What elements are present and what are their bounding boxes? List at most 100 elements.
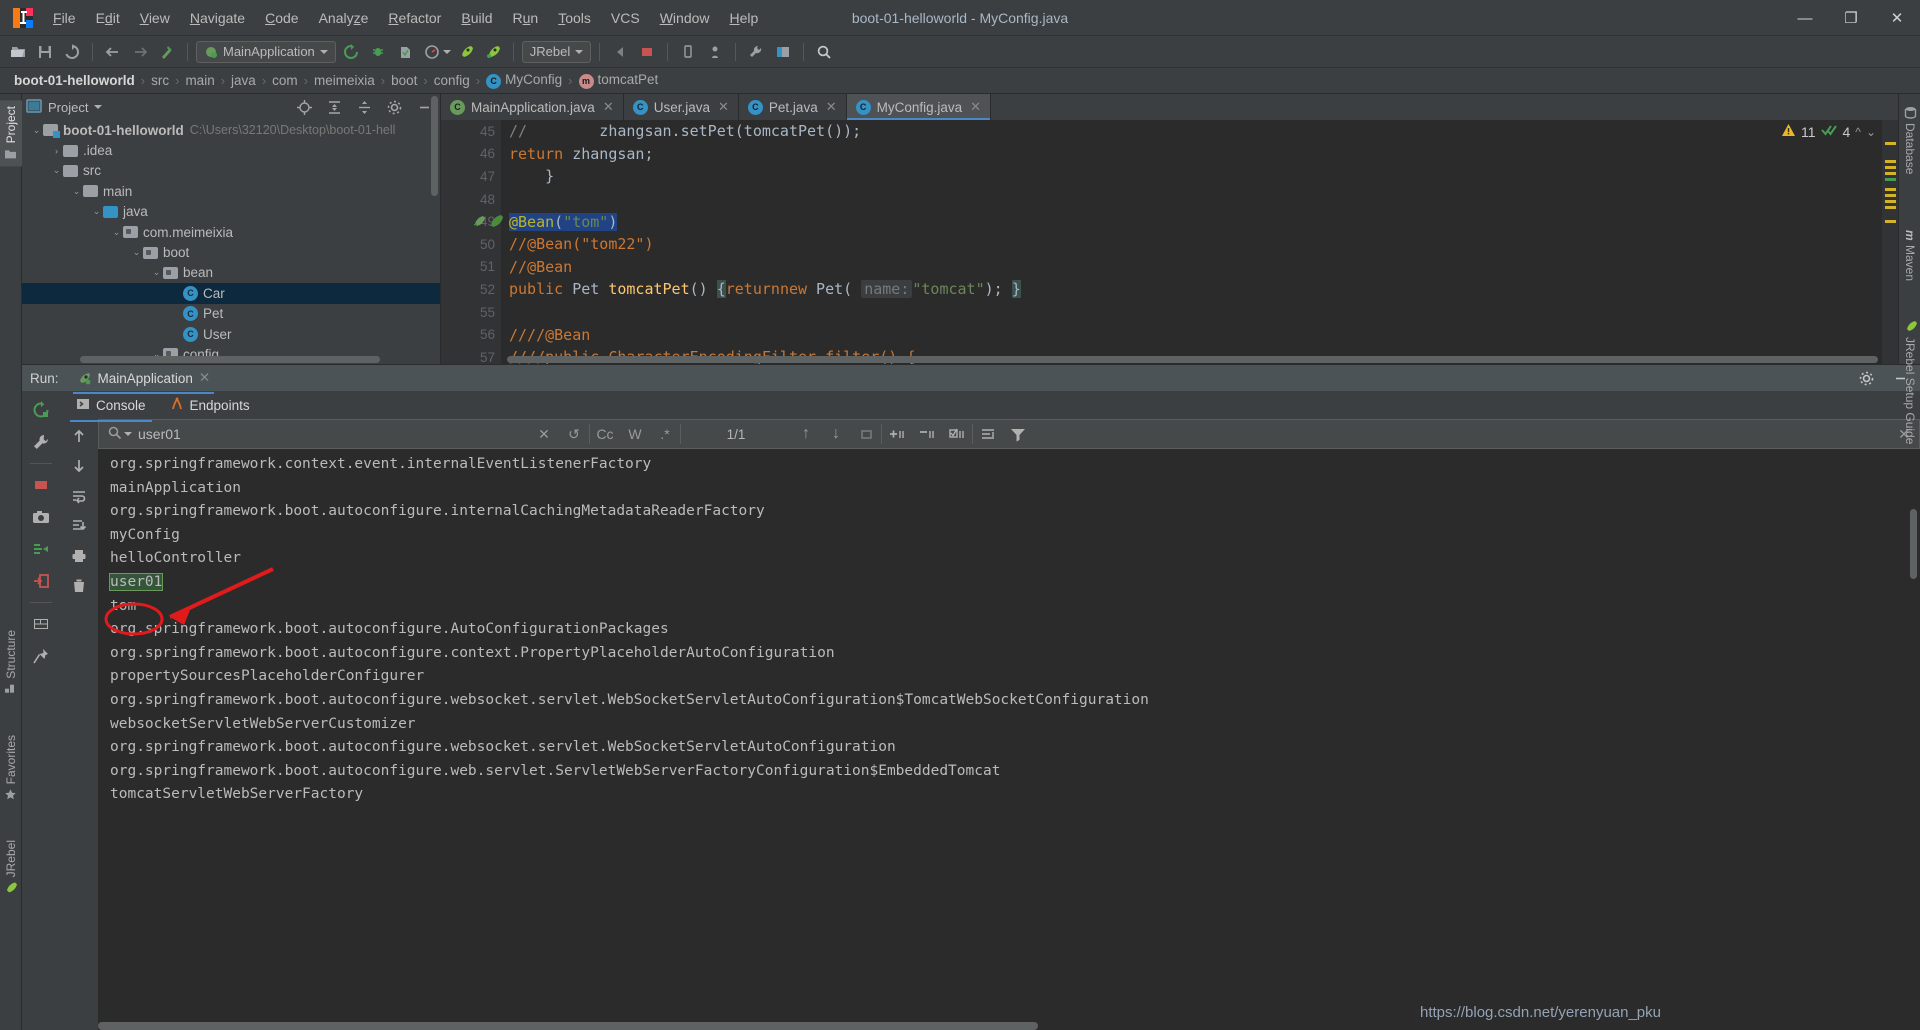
editor-horizontal-scrollbar[interactable] bbox=[507, 356, 1878, 363]
clear-all-icon[interactable] bbox=[66, 573, 92, 599]
editor-inspection-stripe[interactable] bbox=[1882, 120, 1898, 364]
minimize-button[interactable]: — bbox=[1782, 0, 1828, 36]
run-sub-tabs[interactable]: Console Endpoints bbox=[60, 391, 1920, 422]
gutter-line-number[interactable]: 57 bbox=[441, 346, 501, 364]
print-icon[interactable] bbox=[66, 543, 92, 569]
code-line[interactable]: return zhangsan; bbox=[509, 143, 1898, 166]
clear-search-icon[interactable]: ✕ bbox=[529, 420, 559, 448]
tree-node-pet[interactable]: ⌄CPet bbox=[22, 304, 440, 324]
add-line-icon[interactable] bbox=[882, 420, 912, 448]
console-horizontal-scrollbar[interactable] bbox=[98, 1022, 1038, 1030]
menu-help[interactable]: Help bbox=[721, 7, 768, 29]
console-find-bar[interactable]: ✕ ↺ Cc W .* 1/1 ↑ ↓ bbox=[98, 419, 1920, 449]
chevron-up-icon[interactable]: ^ bbox=[1855, 125, 1861, 139]
maximize-button[interactable]: ❐ bbox=[1828, 0, 1874, 36]
jrebel-chevron-down-icon[interactable] bbox=[575, 49, 584, 54]
code-line[interactable] bbox=[509, 301, 1898, 324]
sidebar-item-jrebel[interactable]: JRebel bbox=[0, 834, 22, 900]
spring-bean-icon[interactable] bbox=[471, 214, 486, 229]
window-controls[interactable]: — ❐ ✕ bbox=[1782, 0, 1920, 35]
minimize-icon[interactable] bbox=[1888, 366, 1912, 390]
soft-wrap-icon[interactable] bbox=[66, 483, 92, 509]
regex-toggle[interactable]: .* bbox=[650, 420, 680, 448]
menu-run[interactable]: Run bbox=[504, 7, 548, 29]
jrebel-selector[interactable]: JRebel bbox=[521, 40, 592, 63]
profile-icon[interactable] bbox=[420, 40, 444, 64]
device-icon[interactable] bbox=[676, 40, 700, 64]
rerun-icon[interactable] bbox=[28, 397, 54, 423]
run-configuration-selector[interactable]: MainApplication bbox=[196, 40, 336, 63]
breadcrumb-item-config[interactable]: config bbox=[430, 73, 474, 88]
gutter-line-number[interactable]: 55 bbox=[441, 301, 501, 324]
breadcrumb-item-meimeixia[interactable]: meimeixia bbox=[310, 73, 379, 88]
filter-icon[interactable] bbox=[1003, 420, 1033, 448]
layout-icon[interactable] bbox=[28, 611, 54, 637]
menu-view[interactable]: View bbox=[131, 7, 179, 29]
right-tool-strip[interactable]: Database m Maven JRebel Setup Guide bbox=[1898, 94, 1920, 444]
breadcrumb-item-src[interactable]: src bbox=[147, 73, 173, 88]
remove-line-icon[interactable] bbox=[912, 420, 942, 448]
tree-node-user[interactable]: ⌄CUser bbox=[22, 324, 440, 344]
project-chevron-down-icon[interactable] bbox=[94, 105, 103, 109]
debug-icon[interactable] bbox=[366, 40, 390, 64]
wrench-icon[interactable] bbox=[28, 429, 54, 455]
rerun-icon[interactable] bbox=[339, 40, 363, 64]
gutter-line-number[interactable]: 50 bbox=[441, 233, 501, 256]
editor-code[interactable]: // zhangsan.setPet(tomcatPet()); return … bbox=[501, 120, 1898, 364]
console-left-toolbar[interactable] bbox=[60, 419, 98, 1030]
scroll-down-icon[interactable] bbox=[66, 453, 92, 479]
sidebar-item-database[interactable]: Database bbox=[1899, 100, 1920, 180]
code-line[interactable]: // @Bean("tom22") bbox=[509, 233, 1898, 256]
run-subtab-console[interactable]: Console bbox=[66, 393, 156, 422]
tree-node-com-meimeixia[interactable]: ⌄ com.meimeixia bbox=[22, 222, 440, 242]
close-icon[interactable]: ✕ bbox=[826, 99, 837, 115]
tree-node--idea[interactable]: › .idea bbox=[22, 140, 440, 160]
chevron-down-icon[interactable]: ⌄ bbox=[70, 186, 83, 197]
gutter-line-number[interactable]: 56 bbox=[441, 323, 501, 346]
menu-analyze[interactable]: Analyze bbox=[310, 7, 378, 29]
settings-wrench-icon[interactable] bbox=[744, 40, 768, 64]
collapse-all-icon[interactable] bbox=[352, 95, 376, 119]
sidebar-item-favorites[interactable]: Favorites bbox=[0, 729, 22, 807]
main-toolbar[interactable]: MainApplication JRebel bbox=[0, 36, 1920, 68]
tree-node-src[interactable]: ⌄ src bbox=[22, 161, 440, 181]
menu-code[interactable]: Code bbox=[256, 7, 307, 29]
close-icon[interactable]: ✕ bbox=[199, 370, 210, 386]
open-folder-icon[interactable] bbox=[6, 40, 30, 64]
gutter-line-number[interactable]: 52 bbox=[441, 278, 501, 301]
tree-node-boot-01-helloworld[interactable]: ⌄ boot-01-helloworld C:\Users\32120\Deskto… bbox=[22, 120, 440, 140]
project-structure-icon[interactable] bbox=[771, 40, 795, 64]
sidebar-item-project[interactable]: Project bbox=[0, 100, 22, 167]
scroll-to-end-icon[interactable] bbox=[66, 513, 92, 539]
chevron-right-icon[interactable]: › bbox=[50, 146, 63, 156]
project-tree-horizontal-scrollbar[interactable] bbox=[80, 356, 380, 363]
breadcrumb[interactable]: boot-01-helloworld › src › main › java › com › mei… bbox=[0, 68, 1920, 94]
match-case-toggle[interactable]: Cc bbox=[590, 420, 620, 448]
wrap-icon[interactable] bbox=[973, 420, 1003, 448]
gutter-line-number[interactable]: 48 bbox=[441, 188, 501, 211]
chevron-down-icon[interactable]: ⌄ bbox=[50, 165, 63, 176]
close-icon[interactable]: ✕ bbox=[718, 99, 729, 115]
code-line[interactable]: public Pet tomcatPet() { return new Pet(… bbox=[509, 278, 1898, 301]
profile-chevron-down-icon[interactable] bbox=[442, 49, 451, 54]
editor-tab-bar[interactable]: C MainApplication.java ✕ C User.java ✕ C Pet.ja… bbox=[441, 94, 1898, 120]
run-tab-mainapplication[interactable]: MainApplication ✕ bbox=[69, 366, 219, 394]
chevron-down-icon[interactable]: ⌄ bbox=[1866, 125, 1876, 139]
code-line[interactable] bbox=[509, 188, 1898, 211]
menu-vcs[interactable]: VCS bbox=[602, 7, 649, 29]
sidebar-item-structure[interactable]: Structure bbox=[0, 624, 22, 702]
breadcrumb-item-boot[interactable]: boot bbox=[387, 73, 421, 88]
close-icon[interactable]: ✕ bbox=[603, 99, 614, 115]
stop-icon[interactable] bbox=[28, 472, 54, 498]
menu-build[interactable]: Build bbox=[452, 7, 501, 29]
search-options-chevron-icon[interactable] bbox=[124, 432, 132, 436]
code-line[interactable]: @Bean("tom") bbox=[509, 210, 1898, 233]
pin-icon[interactable] bbox=[28, 643, 54, 669]
breadcrumb-item-java[interactable]: java bbox=[227, 73, 260, 88]
breadcrumb-item-boot-01-helloworld[interactable]: boot-01-helloworld bbox=[10, 73, 139, 88]
gutter-line-number[interactable]: 51 bbox=[441, 256, 501, 279]
tree-node-car[interactable]: ⌄CCar bbox=[22, 283, 440, 304]
menu-window[interactable]: Window bbox=[651, 7, 719, 29]
close-icon[interactable]: ✕ bbox=[970, 99, 981, 115]
chevron-down-icon[interactable]: ⌄ bbox=[150, 267, 163, 278]
